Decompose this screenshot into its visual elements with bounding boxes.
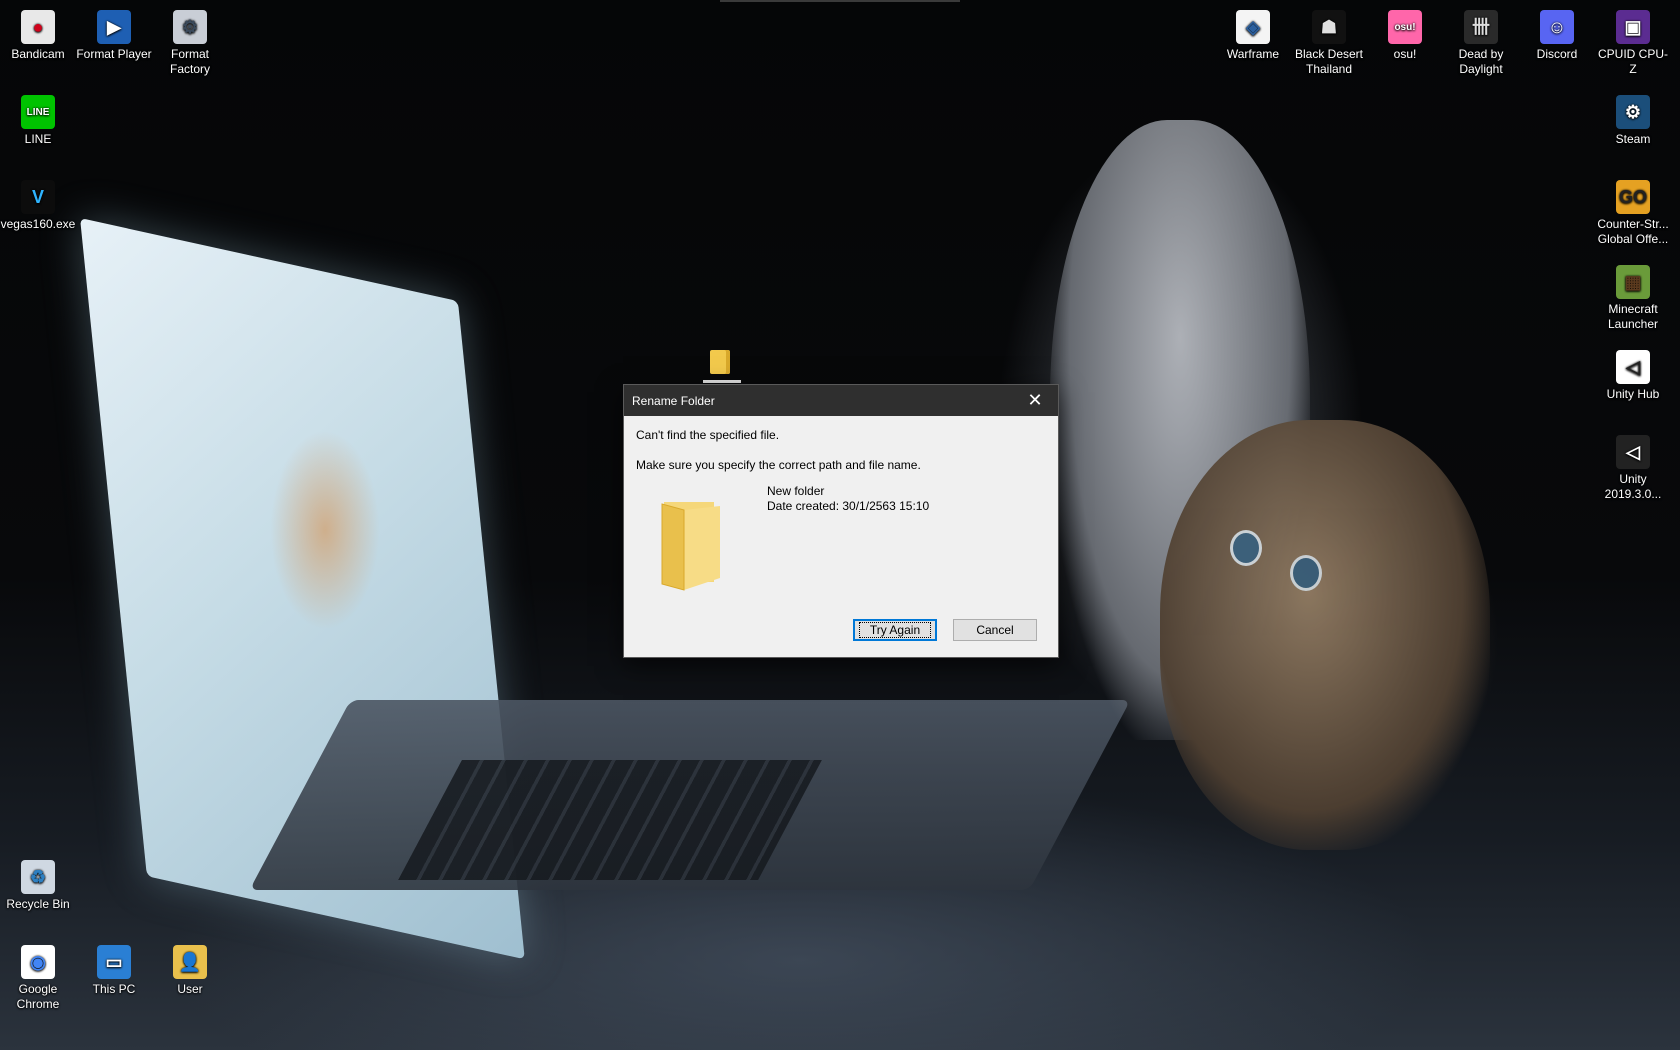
close-icon: ✕ bbox=[1027, 390, 1043, 410]
line-icon: LINE bbox=[21, 95, 55, 129]
desktop-icon-format-player[interactable]: ▶ Format Player bbox=[76, 6, 152, 62]
window-edge bbox=[720, 0, 960, 2]
desktop-icon-label: CPUID CPU-Z bbox=[1597, 47, 1668, 76]
try-again-label: Try Again bbox=[858, 622, 932, 638]
vegas-icon: V bbox=[21, 180, 55, 214]
folder-name: New folder bbox=[767, 484, 825, 498]
rename-folder-dialog: Rename Folder ✕ Can't find the specified… bbox=[623, 384, 1059, 658]
osu-icon: osu! bbox=[1388, 10, 1422, 44]
desktop-icon-label: Format Factory bbox=[169, 47, 210, 76]
folder-date-created: Date created: 30/1/2563 15:10 bbox=[767, 499, 930, 513]
chrome-icon: ◉ bbox=[21, 945, 55, 979]
dragged-folder-label bbox=[703, 380, 741, 383]
desktop-icon-label: LINE bbox=[24, 132, 52, 146]
unity-hub-icon: ◁ bbox=[1616, 350, 1650, 384]
desktop-icon-label: Unity 2019.3.0... bbox=[1604, 472, 1662, 501]
wallpaper-cat-eye bbox=[1290, 555, 1322, 591]
desktop-icon-label: osu! bbox=[1393, 47, 1417, 61]
desktop-icon-label: Google Chrome bbox=[16, 982, 60, 1011]
bandicam-icon: ● bbox=[21, 10, 55, 44]
error-message: Can't find the specified file. bbox=[636, 428, 780, 442]
desktop-icon-label: Counter-Str... Global Offe... bbox=[1597, 217, 1669, 246]
desktop-icon-black-desert-thailand[interactable]: ☗ Black Desert Thailand bbox=[1291, 6, 1367, 77]
try-again-button[interactable]: Try Again bbox=[853, 619, 937, 641]
desktop-icon-google-chrome[interactable]: ◉ Google Chrome bbox=[0, 941, 76, 1012]
desktop-icon-label: This PC bbox=[92, 982, 136, 996]
desktop-icon-label: Steam bbox=[1615, 132, 1651, 146]
wallpaper-cat-eye bbox=[1230, 530, 1262, 566]
dialog-titlebar[interactable]: Rename Folder ✕ bbox=[624, 385, 1058, 416]
desktop-icon-vegas160-exe[interactable]: Vvegas160.exe bbox=[0, 176, 76, 232]
desktop-icon-format-factory[interactable]: ⚙ Format Factory bbox=[152, 6, 228, 77]
discord-icon: ☺ bbox=[1540, 10, 1574, 44]
wallpaper-fluffy-cat bbox=[1160, 420, 1490, 850]
cpuz-icon: ▣ bbox=[1616, 10, 1650, 44]
dead-by-daylight-icon: 卌 bbox=[1464, 10, 1498, 44]
desktop-icon-counter-str-global-offe[interactable]: GO Counter-Str... Global Offe... bbox=[1595, 176, 1671, 247]
dialog-title: Rename Folder bbox=[632, 393, 715, 408]
desktop-icon-user[interactable]: 👤 User bbox=[152, 941, 228, 997]
black-desert-icon: ☗ bbox=[1312, 10, 1346, 44]
minecraft-icon: ▦ bbox=[1616, 265, 1650, 299]
format-factory-icon: ⚙ bbox=[173, 10, 207, 44]
desktop-icon-label: Format Player bbox=[76, 47, 152, 61]
desktop-icon-recycle-bin[interactable]: ♻ Recycle Bin bbox=[0, 856, 76, 912]
cancel-button[interactable]: Cancel bbox=[953, 619, 1037, 641]
desktop-icon-line[interactable]: LINE LINE bbox=[0, 91, 76, 147]
desktop-icon-label: Recycle Bin bbox=[6, 897, 70, 911]
warframe-icon: ◈ bbox=[1236, 10, 1270, 44]
steam-icon: ⚙ bbox=[1616, 95, 1650, 129]
format-player-icon: ▶ bbox=[97, 10, 131, 44]
recycle-bin-icon: ♻ bbox=[21, 860, 55, 894]
this-pc-icon: ▭ bbox=[97, 945, 131, 979]
desktop-icon-label: Bandicam bbox=[11, 47, 65, 61]
desktop-icon-dead-by-daylight[interactable]: 卌 Dead by Daylight bbox=[1443, 6, 1519, 77]
desktop-icon-osu[interactable]: osu! osu! bbox=[1367, 6, 1443, 62]
desktop-icon-warframe[interactable]: ◈ Warframe bbox=[1215, 6, 1291, 62]
unity-icon: ◁ bbox=[1616, 435, 1650, 469]
user-folder-icon: 👤 bbox=[173, 945, 207, 979]
desktop-icon-label: Unity Hub bbox=[1606, 387, 1660, 401]
desktop-icon-this-pc[interactable]: ▭ This PC bbox=[76, 941, 152, 997]
desktop-icon-label: User bbox=[177, 982, 203, 996]
desktop-icon-label: vegas160.exe bbox=[0, 217, 76, 231]
desktop-icon-label: Warframe bbox=[1226, 47, 1280, 61]
dragged-folder-icon bbox=[710, 350, 730, 374]
desktop-icon-unity-2019-3-0[interactable]: ◁ Unity 2019.3.0... bbox=[1595, 431, 1671, 502]
desktop-icon-label: Discord bbox=[1536, 47, 1578, 61]
desktop-icon-steam[interactable]: ⚙ Steam bbox=[1595, 91, 1671, 147]
csgo-icon: GO bbox=[1616, 180, 1650, 214]
desktop-icon-label: Minecraft Launcher bbox=[1607, 302, 1659, 331]
desktop-icon-discord[interactable]: ☺ Discord bbox=[1519, 6, 1595, 62]
wallpaper-laptop-kitten bbox=[270, 430, 380, 630]
desktop-icon-unity-hub[interactable]: ◁ Unity Hub bbox=[1595, 346, 1671, 402]
desktop-icon-bandicam[interactable]: ● Bandicam bbox=[0, 6, 76, 62]
desktop-icon-minecraft-launcher[interactable]: ▦ Minecraft Launcher bbox=[1595, 261, 1671, 332]
desktop-icon-cpuid-cpu-z[interactable]: ▣ CPUID CPU-Z bbox=[1595, 6, 1671, 77]
desktop-icon-label: Dead by Daylight bbox=[1458, 47, 1504, 76]
desktop-icon-label: Black Desert Thailand bbox=[1294, 47, 1364, 76]
wallpaper-laptop-keyboard bbox=[398, 760, 822, 880]
close-button[interactable]: ✕ bbox=[1012, 385, 1058, 416]
folder-icon bbox=[661, 502, 720, 591]
error-hint: Make sure you specify the correct path a… bbox=[636, 458, 921, 472]
cancel-label: Cancel bbox=[976, 623, 1014, 637]
